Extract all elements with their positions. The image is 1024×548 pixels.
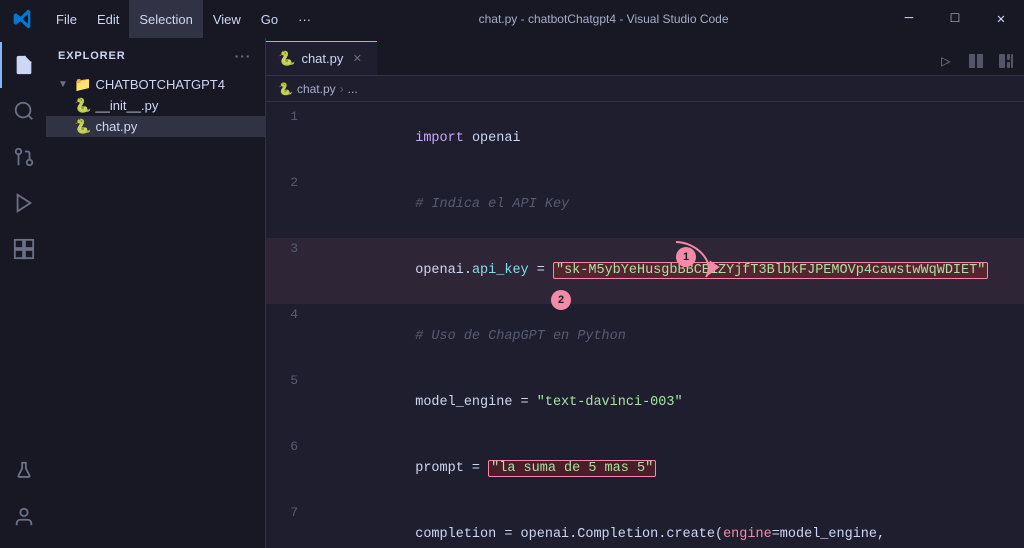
prompt-string: "la suma de 5 mas 5" <box>488 460 656 477</box>
menu-go[interactable]: Go <box>251 0 288 38</box>
menu-selection[interactable]: Selection <box>129 0 202 38</box>
tab-label: chat.py <box>301 51 343 66</box>
code-line-6: 6 prompt = "la suma de 5 mas 5" <box>266 436 1024 502</box>
menu-bar: File Edit Selection View Go ··· <box>46 0 321 38</box>
file-init-label: __init__.py <box>95 98 158 113</box>
annotation-badge-2: 2 <box>551 290 571 310</box>
line-num-6: 6 <box>266 436 314 458</box>
maximize-button[interactable]: □ <box>932 0 978 38</box>
activity-git[interactable] <box>0 134 46 180</box>
code-line-1: 1 import openai <box>266 106 1024 172</box>
activity-files[interactable] <box>0 42 46 88</box>
menu-more[interactable]: ··· <box>288 0 321 38</box>
breadcrumb-more[interactable]: ... <box>348 82 358 96</box>
line-content-3: openai.api_key = "sk-M5ybYeHusgbBBCE1ZYj… <box>314 238 1024 304</box>
file-chat[interactable]: 🐍 chat.py <box>46 116 265 137</box>
line-content-5: model_engine = "text-davinci-003" <box>314 370 1024 436</box>
py-file-icon-2: 🐍 <box>74 118 91 135</box>
menu-edit[interactable]: Edit <box>87 0 129 38</box>
main-layout: EXPLORER ··· ▼ 📁 CHATBOTCHATGPT4 🐍 __ini… <box>0 38 1024 548</box>
explorer-label: EXPLORER <box>58 50 126 62</box>
breadcrumb-separator: › <box>340 82 344 96</box>
window-controls: ─ □ ✕ <box>886 0 1024 38</box>
tab-bar-row: 🐍 chat.py ✕ ▷ <box>266 38 1024 76</box>
code-editor[interactable]: 1 import openai 2 # Indica el API Key 3 <box>266 102 1024 548</box>
menu-view[interactable]: View <box>203 0 251 38</box>
explorer-header: EXPLORER ··· <box>46 38 265 74</box>
breadcrumb-file-icon: 🐍 <box>278 82 293 96</box>
line-num-1: 1 <box>266 106 314 128</box>
activity-account[interactable] <box>0 494 46 540</box>
annotation-badge-1: 1 <box>676 247 696 267</box>
run-button[interactable]: ▷ <box>932 47 960 75</box>
line-content-4: # Uso de ChapGPT en Python <box>314 304 1024 370</box>
line-num-4: 4 <box>266 304 314 326</box>
line-content-6: prompt = "la suma de 5 mas 5" <box>314 436 1024 502</box>
tab-py-icon: 🐍 <box>278 50 295 67</box>
line-content-7: completion = openai.Completion.create(en… <box>314 502 1024 548</box>
close-button[interactable]: ✕ <box>978 0 1024 38</box>
activity-extensions[interactable] <box>0 226 46 272</box>
activity-bar <box>0 38 46 548</box>
titlebar: File Edit Selection View Go ··· chat.py … <box>0 0 1024 38</box>
tab-chat-py[interactable]: 🐍 chat.py ✕ <box>266 41 377 75</box>
tab-close-button[interactable]: ✕ <box>349 51 365 67</box>
minimize-button[interactable]: ─ <box>886 0 932 38</box>
project-folder[interactable]: ▼ 📁 CHATBOTCHATGPT4 <box>46 74 265 95</box>
code-line-5: 5 model_engine = "text-davinci-003" <box>266 370 1024 436</box>
folder-icon: 📁 <box>74 76 91 93</box>
code-line-7: 7 completion = openai.Completion.create(… <box>266 502 1024 548</box>
vscode-logo <box>0 0 46 38</box>
activity-flask[interactable] <box>0 448 46 494</box>
editor-top-actions: ▷ <box>932 47 1024 75</box>
code-line-4: 4 # Uso de ChapGPT en Python <box>266 304 1024 370</box>
file-init[interactable]: 🐍 __init__.py <box>46 95 265 116</box>
breadcrumb: 🐍 chat.py › ... <box>266 76 1024 102</box>
activity-search[interactable] <box>0 88 46 134</box>
line-num-5: 5 <box>266 370 314 392</box>
sidebar: EXPLORER ··· ▼ 📁 CHATBOTCHATGPT4 🐍 __ini… <box>46 38 266 548</box>
line-num-3: 3 <box>266 238 314 260</box>
py-file-icon: 🐍 <box>74 97 91 114</box>
line-num-2: 2 <box>266 172 314 194</box>
breadcrumb-file[interactable]: chat.py <box>297 82 336 96</box>
folder-arrow: ▼ <box>58 79 74 90</box>
split-editor-button[interactable] <box>962 47 990 75</box>
file-chat-label: chat.py <box>95 119 137 134</box>
code-line-2: 2 # Indica el API Key <box>266 172 1024 238</box>
titlebar-left: File Edit Selection View Go ··· <box>0 0 321 38</box>
activity-debug[interactable] <box>0 180 46 226</box>
explorer-actions: ··· <box>233 46 253 66</box>
code-line-3: 3 openai.api_key = "sk-M5ybYeHusgbBBCE1Z… <box>266 238 1024 304</box>
api-key-string: "sk-M5ybYeHusgbBBCE1ZYjfT3BlbkFJPEMOVp4c… <box>553 262 988 279</box>
menu-file[interactable]: File <box>46 0 87 38</box>
badge-2-label: 2 <box>551 290 571 310</box>
activity-bottom <box>0 448 46 548</box>
line-content-1: import openai <box>314 106 1024 172</box>
project-name: CHATBOTCHATGPT4 <box>95 77 225 92</box>
line-num-7: 7 <box>266 502 314 524</box>
editor-container: 1 2 1 import o <box>266 102 1024 548</box>
badge-1-label: 1 <box>676 247 696 267</box>
line-content-2: # Indica el API Key <box>314 172 1024 238</box>
explorer-more[interactable]: ··· <box>233 46 253 66</box>
layout-button[interactable] <box>992 47 1020 75</box>
window-title: chat.py - chatbotChatgpt4 - Visual Studi… <box>321 12 886 26</box>
editor-area: 🐍 chat.py ✕ ▷ <box>266 38 1024 548</box>
